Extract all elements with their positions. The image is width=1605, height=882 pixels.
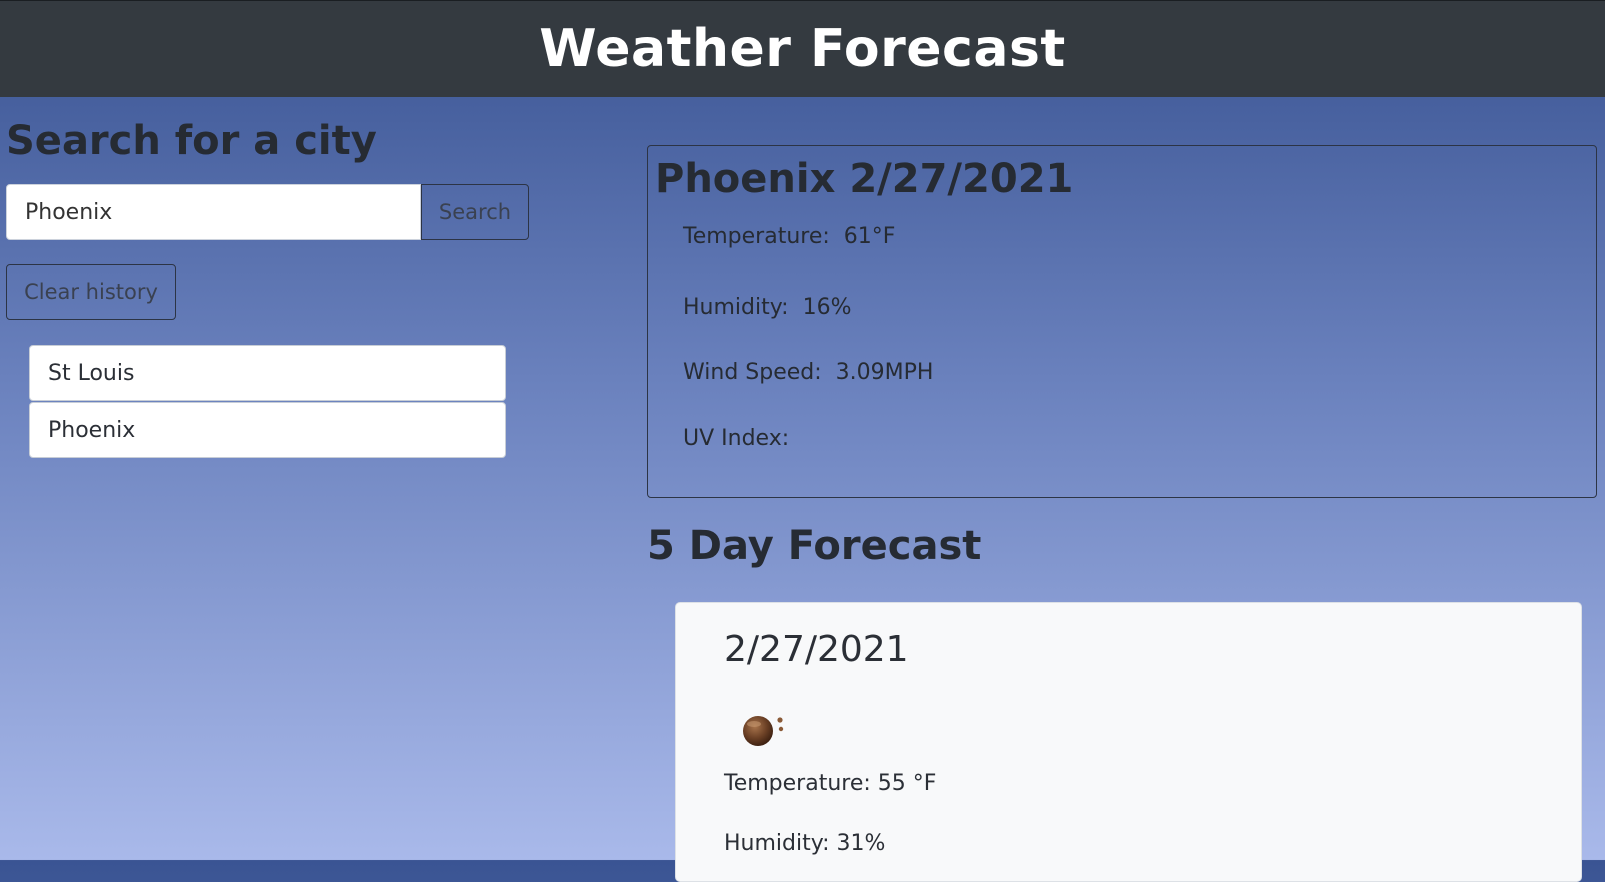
history-item-phoenix[interactable]: Phoenix [29,402,506,458]
uv-index-label: UV Index: [683,426,790,451]
wind-speed-value: 3.09MPH [835,360,934,385]
uv-index-stat: UV Index: [683,426,789,451]
city-search-input[interactable] [6,184,421,240]
forecast-date: 2/27/2021 [724,629,909,670]
current-weather-card: Phoenix 2/27/2021 Temperature: 61°F Humi… [647,145,1597,498]
wind-speed-stat: Wind Speed: 3.09MPH [683,360,933,385]
forecast-humidity: Humidity: 31% [724,831,886,856]
history-item-st-louis[interactable]: St Louis [29,345,506,401]
clear-history-button[interactable]: Clear history [6,264,176,320]
search-button[interactable]: Search [421,184,529,240]
temperature-stat: Temperature: 61°F [683,224,895,249]
clear-night-icon [743,716,784,746]
temperature-value: 61°F [843,224,896,249]
temperature-label: Temperature: [683,224,830,249]
app-title: Weather Forecast [539,19,1066,79]
humidity-stat: Humidity: 16% [683,295,851,320]
humidity-value: 16% [802,295,852,320]
app-header: Weather Forecast [0,0,1605,97]
search-row: Search [6,184,529,240]
search-heading: Search for a city [6,118,377,164]
forecast-temperature: Temperature: 55 °F [724,771,937,796]
search-history-list: St Louis Phoenix [29,345,506,459]
forecast-card: 2/27/2021 Temperature: 55 °F Humidity: 3… [675,602,1582,882]
search-panel: Search for a city Search Clear history S… [6,118,546,458]
wind-speed-label: Wind Speed: [683,360,822,385]
humidity-label: Humidity: [683,295,789,320]
current-weather-title: Phoenix 2/27/2021 [655,156,1074,202]
five-day-forecast-heading: 5 Day Forecast [647,523,982,569]
